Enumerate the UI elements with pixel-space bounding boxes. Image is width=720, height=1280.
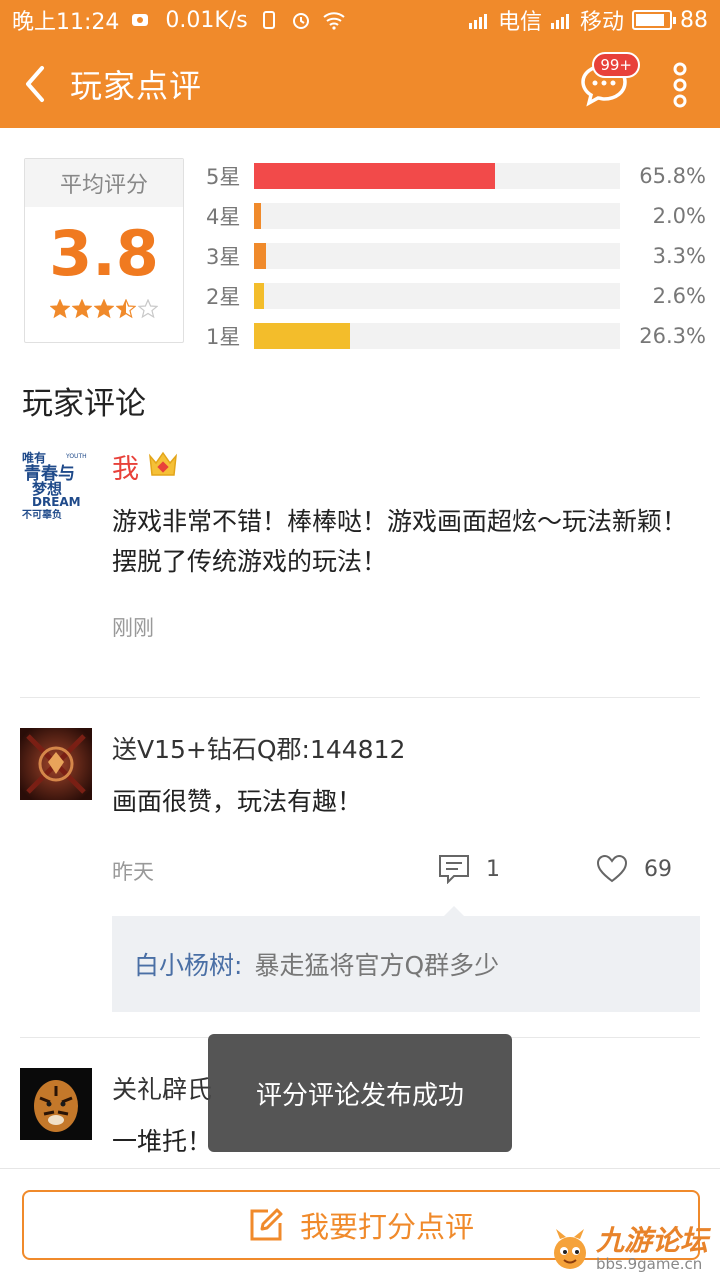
- rating-bar-fill: [254, 323, 351, 349]
- more-vertical-icon: [673, 62, 687, 108]
- rating-row: 4星 2.0%: [206, 196, 706, 236]
- carrier-2: 移动: [579, 10, 624, 35]
- like-button[interactable]: 69: [596, 854, 672, 884]
- signal-icon: [468, 9, 490, 31]
- rating-row-label: 4星: [206, 205, 241, 229]
- watermark: 九游论坛 bbs.9game.cn: [550, 1226, 708, 1272]
- status-bar: 晚上11:24 0.01K/s 电信 移动 88: [0, 0, 720, 40]
- star-icon: [116, 299, 136, 319]
- comment-time: 刚刚: [112, 616, 154, 640]
- svg-text:唯有: 唯有: [22, 450, 46, 465]
- crown-badge-icon: [147, 448, 179, 485]
- comment-author[interactable]: 我: [112, 448, 698, 485]
- watermark-url: bbs.9game.cn: [595, 1255, 703, 1273]
- reply-author[interactable]: 白小杨树:: [134, 946, 242, 982]
- rating-row-percent: 2.6%: [652, 284, 706, 308]
- battery-fill: [636, 14, 665, 26]
- rating-row-percent: 65.8%: [639, 164, 706, 188]
- app-header: 玩家点评 99+: [0, 40, 720, 128]
- rating-row: 2星 2.6%: [206, 276, 706, 316]
- rating-bar-fill: [254, 203, 262, 229]
- section-title: 玩家评论: [22, 386, 146, 422]
- rating-bar-track: [254, 323, 620, 349]
- rating-bar-fill: [254, 283, 264, 309]
- alarm-icon: [290, 9, 312, 31]
- star-icon: [50, 299, 70, 319]
- rating-row-label: 3星: [206, 245, 241, 269]
- rating-bar-track: [254, 243, 620, 269]
- rating-row-label: 1星: [206, 325, 241, 349]
- heart-icon: [596, 854, 628, 883]
- app-notification-icon: [129, 9, 151, 31]
- page-title: 玩家点评: [70, 67, 203, 105]
- avatar[interactable]: [20, 1068, 92, 1140]
- carrier-1: 电信: [497, 10, 542, 35]
- reply-preview[interactable]: 白小杨树: 暴走猛将官方Q群多少: [112, 906, 700, 1012]
- rating-bar-fill: [254, 163, 495, 189]
- signal-icon: [550, 9, 572, 31]
- rating-bar-track: [254, 163, 620, 189]
- rating-row: 1星 26.3%: [206, 316, 706, 356]
- reply-count: 1: [486, 856, 500, 882]
- divider: [20, 697, 700, 698]
- rating-row-label: 5星: [206, 165, 241, 189]
- write-review-label: 我要打分点评: [299, 1210, 474, 1244]
- network-speed: 0.01K/s: [165, 7, 248, 33]
- average-rating-score: 3.8: [49, 217, 159, 290]
- battery-level: 88: [680, 7, 708, 33]
- average-rating-card: 平均评分 3.8: [24, 158, 184, 343]
- comment-author-name[interactable]: 送V15+钻石Q郡:144812: [112, 730, 698, 766]
- rating-bar-track: [254, 203, 620, 229]
- rating-bar-track: [254, 283, 620, 309]
- reply-button[interactable]: 1: [438, 854, 500, 884]
- rating-row-percent: 26.3%: [639, 324, 706, 348]
- star-icon: [72, 299, 92, 319]
- like-count: 69: [644, 856, 672, 882]
- more-button[interactable]: [660, 60, 700, 110]
- avatar-logo: 唯有 YOUTH 青春与 梦想 DREAM 不可辜负: [20, 448, 92, 520]
- average-rating-label: 平均评分: [25, 159, 183, 207]
- comment-time: 昨天: [112, 860, 154, 884]
- avatar[interactable]: 唯有 YOUTH 青春与 梦想 DREAM 不可辜负: [20, 448, 92, 520]
- reply-text: 暴走猛将官方Q群多少: [254, 951, 500, 980]
- rating-row: 3星 3.3%: [206, 236, 706, 276]
- back-button[interactable]: [0, 40, 70, 128]
- rating-row: 5星 65.8%: [206, 156, 706, 196]
- avatar[interactable]: [20, 728, 92, 800]
- vibrate-icon: [258, 9, 280, 31]
- unread-badge: 99+: [592, 52, 640, 78]
- svg-text:DREAM: DREAM: [32, 495, 81, 509]
- svg-text:YOUTH: YOUTH: [65, 453, 87, 460]
- rating-row-percent: 2.0%: [652, 204, 706, 228]
- comment-text: 画面很赞，玩法有趣！: [112, 787, 363, 816]
- edit-icon: [250, 1208, 283, 1241]
- rating-row-label: 2星: [206, 285, 241, 309]
- rating-row-percent: 3.3%: [652, 244, 706, 268]
- svg-text:不可辜负: 不可辜负: [22, 508, 62, 520]
- status-time: 晚上11:24: [12, 10, 120, 35]
- toast-message: 评分评论发布成功: [208, 1034, 512, 1152]
- watermark-title: 九游论坛: [595, 1224, 708, 1257]
- rating-stars: [25, 299, 183, 319]
- comment-text: 游戏非常不错！棒棒哒！游戏画面超炫～玩法新颖！摆脱了传统游戏的玩法！: [112, 507, 688, 576]
- wifi-icon: [322, 9, 345, 31]
- battery-icon: [632, 10, 676, 30]
- star-icon: [94, 299, 114, 319]
- star-icon: [138, 299, 158, 319]
- chevron-left-icon: [26, 66, 44, 102]
- rating-bar-fill: [254, 243, 267, 269]
- rating-distribution: 5星 65.8% 4星 2.0% 3星 3.3% 2星 2.6% 1星 26.3%: [206, 156, 706, 356]
- comment-icon: [439, 855, 469, 884]
- comment-author-name: 我: [112, 453, 139, 485]
- mascot-logo: [553, 1229, 586, 1269]
